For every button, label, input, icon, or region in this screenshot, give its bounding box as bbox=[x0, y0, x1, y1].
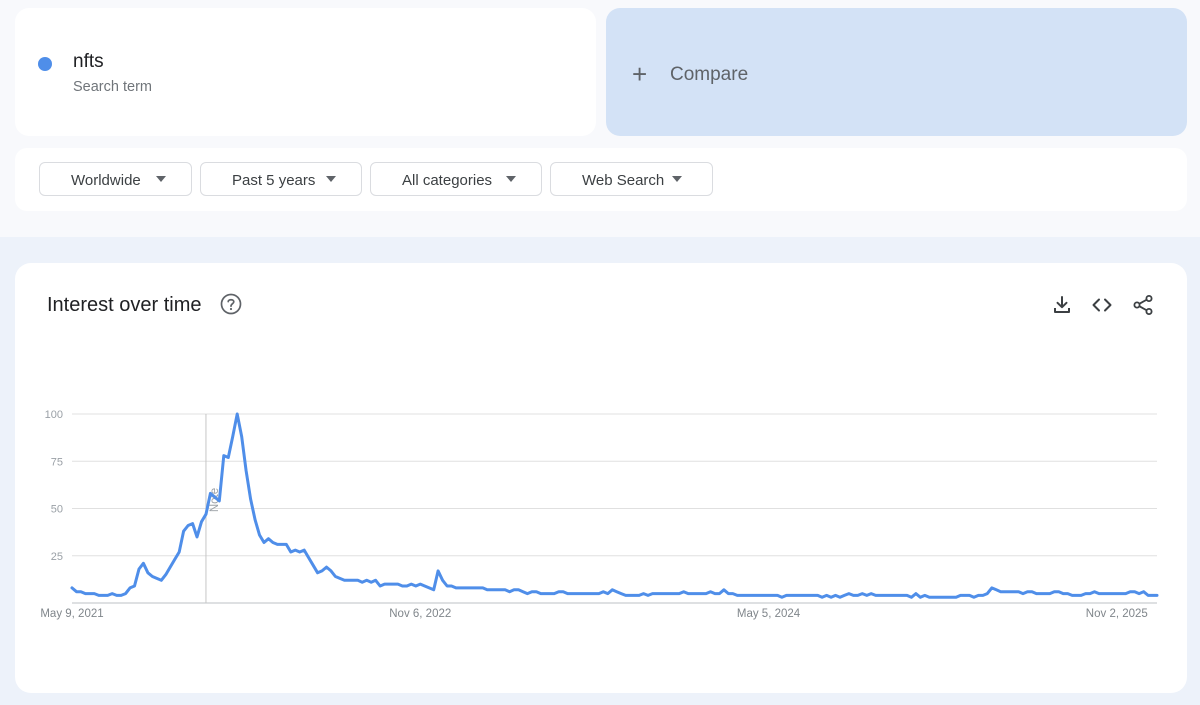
filter-region[interactable]: Worldwide bbox=[39, 162, 192, 196]
compare-label: Compare bbox=[670, 64, 749, 85]
filters-bar: Worldwide Past 5 years All categories We… bbox=[15, 148, 1187, 211]
compare-button[interactable]: + Compare bbox=[606, 8, 1187, 136]
search-term-color-dot bbox=[38, 57, 52, 71]
plus-icon: + bbox=[632, 59, 648, 89]
y-tick-label: 50 bbox=[51, 504, 63, 516]
chevron-down-icon bbox=[326, 176, 336, 182]
x-tick-label: Nov 2, 2025 bbox=[1086, 608, 1148, 620]
y-tick-label: 100 bbox=[45, 409, 63, 421]
x-tick-label: Nov 6, 2022 bbox=[389, 608, 451, 620]
filter-time-range[interactable]: Past 5 years bbox=[200, 162, 362, 196]
chevron-down-icon bbox=[156, 176, 166, 182]
search-term-card[interactable]: nfts Search term bbox=[15, 8, 596, 136]
chevron-down-icon bbox=[506, 176, 516, 182]
filter-search-type-label: Web Search bbox=[582, 172, 665, 189]
x-tick-label: May 9, 2021 bbox=[40, 608, 103, 620]
chevron-down-icon bbox=[672, 176, 682, 182]
series-line-nfts bbox=[70, 412, 1159, 599]
filter-category-label: All categories bbox=[402, 172, 493, 189]
search-term-subtitle: Search term bbox=[73, 79, 152, 95]
interest-chart: 25 50 75 100 May 9, 2021 Nov 6, 2022 May 5, 20… bbox=[40, 409, 1159, 620]
y-tick-label: 25 bbox=[51, 551, 63, 563]
filter-time-range-label: Past 5 years bbox=[232, 172, 316, 189]
interest-over-time-card: Interest over time 25 50 75 100 May 9, 2021 N… bbox=[15, 263, 1187, 693]
filter-region-label: Worldwide bbox=[71, 172, 141, 189]
x-tick-label: May 5, 2024 bbox=[737, 608, 801, 620]
search-term-name[interactable]: nfts bbox=[73, 51, 104, 73]
y-tick-label: 75 bbox=[51, 456, 63, 468]
filter-category[interactable]: All categories bbox=[370, 162, 542, 196]
filter-search-type[interactable]: Web Search bbox=[550, 162, 713, 196]
